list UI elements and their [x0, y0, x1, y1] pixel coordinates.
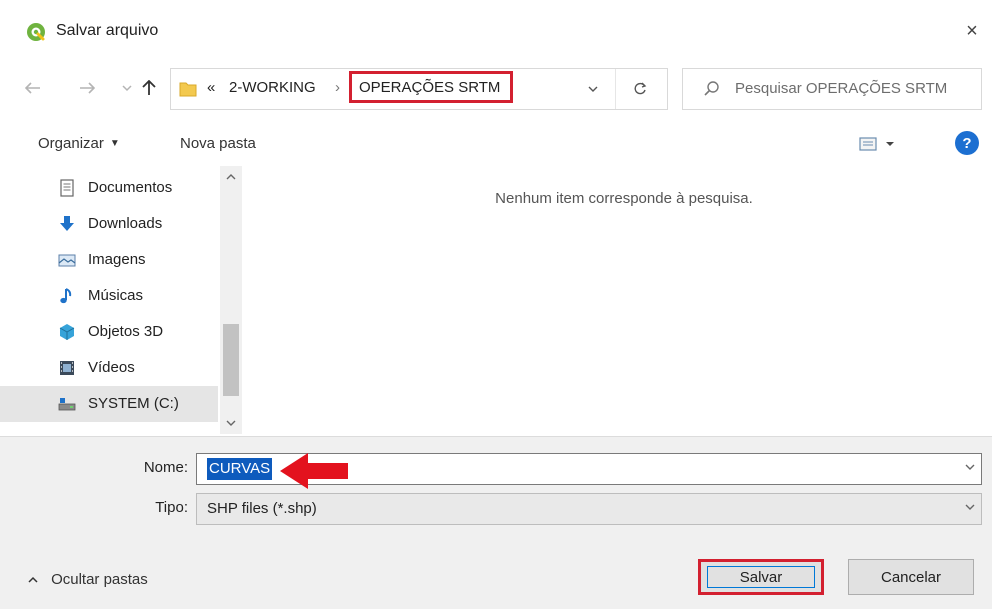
images-icon: [58, 254, 76, 267]
nav-item-downloads[interactable]: Downloads: [0, 206, 218, 242]
scroll-thumb[interactable]: [223, 324, 239, 396]
nav-item-documents[interactable]: Documentos: [0, 170, 218, 206]
close-button[interactable]: ×: [960, 18, 984, 44]
caret-down-icon: ▼: [109, 138, 120, 149]
drive-icon: [58, 398, 76, 411]
new-folder-button[interactable]: Nova pasta: [180, 135, 256, 152]
title-bar: Salvar arquivo ×: [0, 0, 992, 58]
nav-pane-scrollbar[interactable]: [220, 166, 242, 434]
chevron-up-icon: [28, 575, 41, 587]
scroll-up-button[interactable]: [224, 170, 238, 184]
scroll-down-button[interactable]: [224, 416, 238, 430]
refresh-icon: [634, 82, 647, 95]
nav-item-3d-objects[interactable]: Objetos 3D: [0, 314, 218, 350]
command-bar: Organizar ▼ Nova pasta ?: [0, 122, 992, 166]
red-arrow-annotation-icon: [280, 453, 348, 489]
back-button[interactable]: [24, 78, 42, 98]
nav-item-label: Músicas: [88, 287, 144, 304]
cube-3d-icon: [59, 324, 75, 340]
download-arrow-icon: [60, 216, 74, 231]
hide-folders-label: Ocultar pastas: [51, 571, 148, 588]
breadcrumb-overflow[interactable]: «: [207, 79, 215, 96]
nav-item-label: Vídeos: [88, 359, 135, 376]
search-placeholder: Pesquisar OPERAÇÕES SRTM: [735, 80, 948, 97]
breadcrumb-parent-folder[interactable]: 2-WORKING: [229, 79, 316, 96]
nav-item-label: SYSTEM (C:): [88, 395, 179, 412]
file-list[interactable]: Nenhum item corresponde à pesquisa.: [244, 166, 992, 434]
breadcrumb-current-folder[interactable]: OPERAÇÕES SRTM: [349, 71, 513, 103]
empty-results-message: Nenhum item corresponde à pesquisa.: [495, 190, 753, 207]
file-name-value[interactable]: CURVAS: [207, 458, 273, 480]
refresh-button[interactable]: [625, 77, 655, 101]
focus-ring: [707, 566, 815, 588]
chevron-down-icon: [122, 85, 132, 92]
save-file-dialog: Salvar arquivo × « 2-WORKING › OPERAÇÕES…: [0, 0, 992, 609]
chevron-down-icon: [588, 86, 598, 92]
nav-item-label: Imagens: [88, 251, 146, 268]
search-input[interactable]: Pesquisar OPERAÇÕES SRTM: [682, 68, 982, 110]
chevron-down-icon: [226, 420, 236, 426]
nav-item-label: Documentos: [88, 179, 173, 196]
cancel-button-label: Cancelar: [880, 568, 942, 586]
file-type-value: SHP files (*.shp): [207, 500, 317, 517]
nav-item-label: Objetos 3D: [88, 323, 164, 340]
navigation-bar: « 2-WORKING › OPERAÇÕES SRTM Pesquisar O…: [0, 60, 992, 116]
close-icon: ×: [966, 19, 978, 42]
chevron-up-icon: [226, 174, 236, 180]
cancel-button[interactable]: Cancelar: [848, 559, 974, 595]
video-film-icon: [60, 361, 74, 375]
window-title: Salvar arquivo: [56, 22, 159, 39]
qgis-logo-icon: [27, 23, 45, 41]
change-view-button[interactable]: [858, 132, 910, 156]
nav-item-music[interactable]: Músicas: [0, 278, 218, 314]
search-icon: [704, 81, 719, 96]
address-divider: [615, 69, 616, 109]
nav-item-system-drive[interactable]: SYSTEM (C:): [0, 386, 218, 422]
arrow-left-icon: [25, 82, 40, 94]
help-button[interactable]: ?: [955, 131, 979, 155]
document-icon: [60, 179, 74, 197]
save-form: Nome: CURVAS Tipo: SHP files (*.shp) Ocu…: [0, 436, 992, 609]
help-icon: ?: [962, 134, 972, 152]
view-list-icon: [859, 137, 894, 151]
organize-button[interactable]: Organizar ▼: [38, 135, 120, 152]
arrow-right-icon: [80, 82, 95, 94]
navigation-pane: Documentos Downloads Imagens Músicas Obj…: [0, 166, 242, 434]
nav-item-label: Downloads: [88, 215, 163, 232]
file-name-label: Nome:: [143, 459, 188, 476]
organize-label: Organizar: [38, 135, 104, 152]
chevron-down-icon: [965, 502, 975, 514]
breadcrumb-separator[interactable]: ›: [335, 79, 340, 96]
nav-item-videos[interactable]: Vídeos: [0, 350, 218, 386]
address-history-dropdown[interactable]: [583, 81, 603, 97]
music-note-icon: [60, 288, 72, 304]
arrow-up-icon: [142, 80, 156, 95]
file-type-select[interactable]: SHP files (*.shp): [196, 493, 982, 525]
chevron-down-icon[interactable]: [965, 462, 975, 474]
new-folder-label: Nova pasta: [180, 135, 256, 152]
recent-locations-button[interactable]: [118, 78, 136, 98]
address-bar[interactable]: « 2-WORKING › OPERAÇÕES SRTM: [170, 68, 668, 110]
hide-folders-toggle[interactable]: Ocultar pastas: [28, 571, 148, 588]
up-folder-button[interactable]: [140, 78, 158, 98]
nav-item-images[interactable]: Imagens: [0, 242, 218, 278]
file-type-label: Tipo:: [155, 499, 188, 516]
folder-icon: [179, 82, 197, 97]
save-button[interactable]: Salvar: [698, 559, 824, 595]
forward-button[interactable]: [78, 78, 96, 98]
